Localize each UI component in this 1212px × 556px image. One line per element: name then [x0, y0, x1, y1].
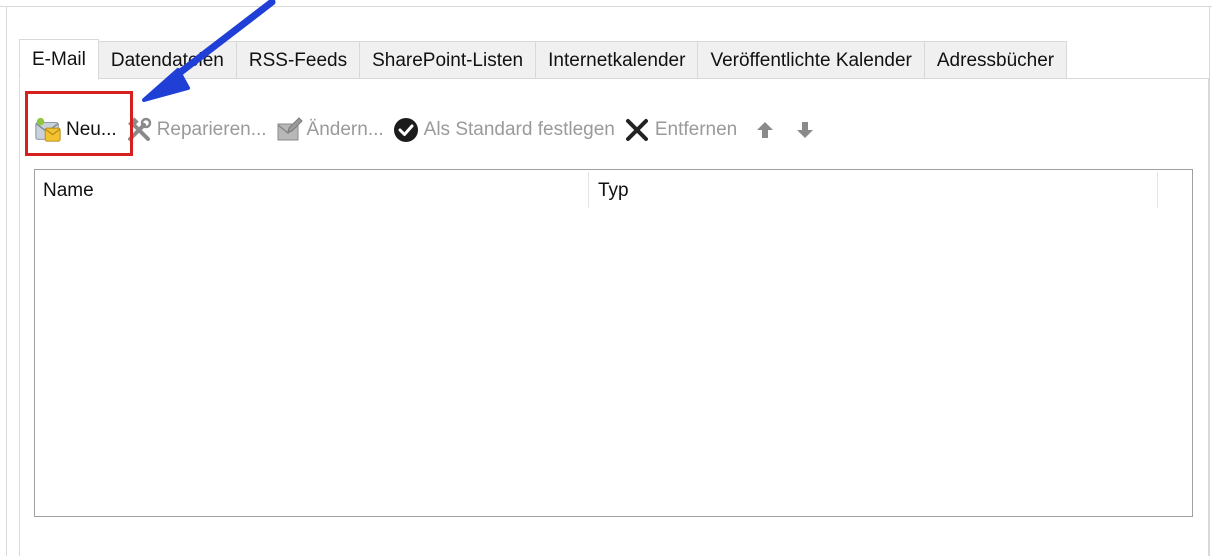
- arrow-up-icon: [751, 116, 779, 144]
- set-default-button-label: Als Standard festlegen: [423, 119, 615, 140]
- change-button-label: Ändern...: [306, 119, 384, 140]
- column-header-typ[interactable]: Typ: [598, 180, 629, 202]
- account-settings-dialog: E-Mail Datendateien RSS-Feeds SharePoint…: [0, 0, 1212, 556]
- x-icon: [623, 116, 651, 144]
- move-up-button[interactable]: [751, 108, 783, 152]
- checkmark-circle-icon: [392, 116, 420, 144]
- tab-rss-feeds[interactable]: RSS-Feeds: [236, 41, 361, 79]
- account-list[interactable]: Name Typ: [34, 169, 1193, 517]
- tab-adressbuecher[interactable]: Adressbücher: [924, 41, 1068, 79]
- repair-button-label: Reparieren...: [156, 119, 267, 140]
- frame-top-border: [0, 6, 1212, 7]
- tab-veroeffentlichte-kalender[interactable]: Veröffentlichte Kalender: [698, 41, 925, 79]
- tab-datendateien[interactable]: Datendateien: [98, 41, 237, 79]
- tab-internetkalender[interactable]: Internetkalender: [536, 41, 699, 79]
- set-default-button[interactable]: Als Standard festlegen: [392, 108, 615, 152]
- tab-email[interactable]: E-Mail: [19, 39, 99, 80]
- column-separator[interactable]: [1157, 172, 1158, 208]
- frame-left-border: [6, 6, 7, 556]
- column-header-name[interactable]: Name: [43, 180, 94, 202]
- frame-right-border: [1209, 6, 1210, 556]
- account-toolbar: Neu... Reparieren... Ändern... Als Stand…: [34, 108, 831, 152]
- remove-button-label: Entfernen: [654, 119, 738, 140]
- change-icon: [275, 116, 303, 144]
- move-down-button[interactable]: [791, 108, 823, 152]
- tab-strip: E-Mail Datendateien RSS-Feeds SharePoint…: [19, 39, 1068, 80]
- remove-button[interactable]: Entfernen: [623, 108, 737, 152]
- repair-button[interactable]: Reparieren...: [125, 108, 267, 152]
- new-button-highlight-box: [25, 91, 133, 156]
- column-separator[interactable]: [588, 172, 589, 208]
- change-button[interactable]: Ändern...: [275, 108, 384, 152]
- tab-sharepoint-listen[interactable]: SharePoint-Listen: [360, 41, 537, 79]
- arrow-down-icon: [791, 116, 819, 144]
